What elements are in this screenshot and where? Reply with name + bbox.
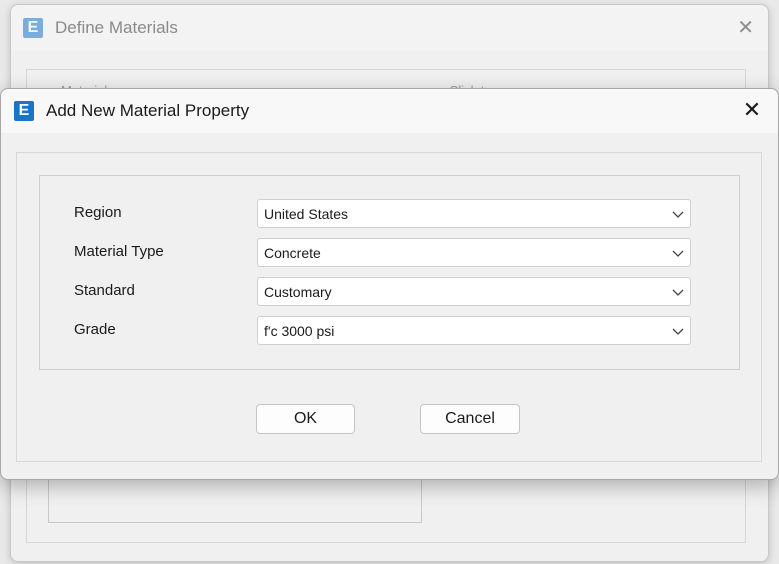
grade-label: Grade <box>74 321 116 338</box>
grade-value: f'c 3000 psi <box>264 323 335 339</box>
dialog-titlebar: E Add New Material Property ✕ <box>1 89 778 133</box>
add-new-material-dialog: E Add New Material Property ✕ Region Uni… <box>0 88 779 480</box>
close-icon[interactable]: ✕ <box>740 98 764 122</box>
etabs-logo-icon: E <box>14 101 34 121</box>
ok-button[interactable]: OK <box>256 404 355 434</box>
cancel-button[interactable]: Cancel <box>420 404 520 434</box>
standard-select[interactable]: Customary <box>257 277 691 306</box>
chevron-down-icon <box>672 250 684 257</box>
grade-select[interactable]: f'c 3000 psi <box>257 316 691 345</box>
materials-list[interactable] <box>48 480 422 523</box>
material-type-value: Concrete <box>264 245 321 261</box>
standard-value: Customary <box>264 284 332 300</box>
chevron-down-icon <box>672 289 684 296</box>
region-label: Region <box>74 204 122 221</box>
define-materials-titlebar: E Define Materials ✕ <box>11 5 768 51</box>
material-type-label: Material Type <box>74 243 164 260</box>
region-select[interactable]: United States <box>257 199 691 228</box>
material-type-select[interactable]: Concrete <box>257 238 691 267</box>
etabs-logo-icon: E <box>23 18 43 38</box>
dialog-title: Add New Material Property <box>46 101 250 120</box>
standard-label: Standard <box>74 282 135 299</box>
chevron-down-icon <box>672 328 684 335</box>
region-value: United States <box>264 206 349 222</box>
chevron-down-icon <box>672 211 684 218</box>
close-icon[interactable]: ✕ <box>737 15 754 40</box>
define-materials-title: Define Materials <box>55 18 178 37</box>
